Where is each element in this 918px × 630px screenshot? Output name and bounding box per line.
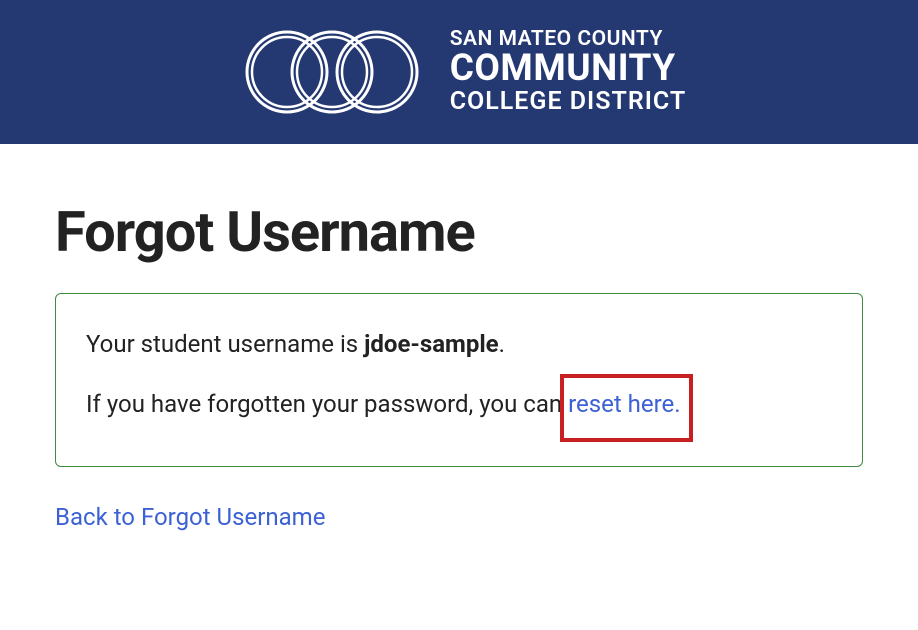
reset-password-link[interactable]: reset here. [568,390,680,418]
reset-prefix: If you have forgotten your password, you… [86,390,568,418]
header-line-3: COLLEGE DISTRICT [450,89,687,115]
page-title: Forgot Username [55,199,863,265]
result-panel: Your student username is jdoe-sample. If… [55,293,863,467]
header-line-2: COMMUNITY [450,50,687,89]
main-content: Forgot Username Your student username is… [0,144,918,531]
rings-icon [232,27,432,117]
header-title-text: SAN MATEO COUNTY COMMUNITY COLLEGE DISTR… [450,28,687,115]
username-prefix: Your student username is [86,330,364,358]
site-header: SAN MATEO COUNTY COMMUNITY COLLEGE DISTR… [0,0,918,144]
logo-block: SAN MATEO COUNTY COMMUNITY COLLEGE DISTR… [232,27,687,117]
username-value: jdoe-sample [364,330,499,358]
reset-line: If you have forgotten your password, you… [86,390,832,418]
back-to-forgot-username-link[interactable]: Back to Forgot Username [55,503,325,531]
username-line: Your student username is jdoe-sample. [86,330,832,358]
username-suffix: . [499,330,505,358]
